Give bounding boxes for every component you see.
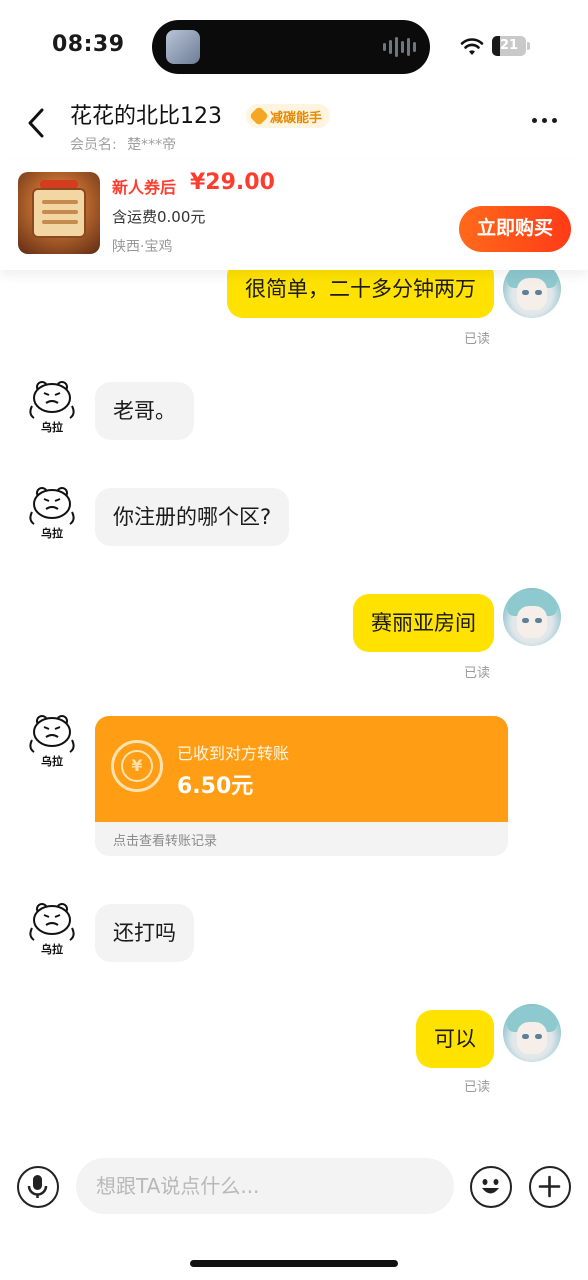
avatar-other[interactable]: 乌拉 [22,482,82,542]
message-bubble-self[interactable]: 赛丽亚房间 [353,594,494,652]
message-bubble-self[interactable]: 可以 [416,1010,494,1068]
avatar-other[interactable]: 乌拉 [22,376,82,436]
read-status: 已读 [464,1080,491,1095]
microphone-icon [27,1175,48,1198]
message-input[interactable] [76,1158,454,1214]
product-thumbnail[interactable] [18,172,100,254]
status-bar: 08:39 21 [0,0,588,92]
read-status: 已读 [464,332,491,347]
svg-text:乌拉: 乌拉 [41,754,63,768]
message-input-bar [0,1150,588,1224]
more-actions-button[interactable] [529,1166,571,1208]
avatar-other[interactable]: 乌拉 [22,710,82,770]
voice-input-button[interactable] [17,1166,59,1208]
svg-text:乌拉: 乌拉 [41,420,63,434]
emoji-button[interactable] [470,1166,512,1208]
more-options-icon[interactable] [532,118,557,123]
transfer-header: ¥ 已收到对方转账 6.50元 [95,716,508,822]
message-bubble-other[interactable]: 你注册的哪个区? [95,488,290,546]
read-status: 已读 [464,666,491,681]
message-bubble-other[interactable]: 还打吗 [95,904,194,962]
plus-icon [538,1175,561,1198]
back-arrow-icon[interactable] [22,106,52,140]
product-card[interactable]: 新人券后 ¥29.00 含运费0.00元 陕西·宝鸡 立即购买 [0,160,588,270]
audio-waveform-icon [383,36,416,58]
member-label: 会员名: [70,137,117,153]
carbon-badge[interactable]: 减碳能手 [246,104,331,128]
svg-text:乌拉: 乌拉 [41,526,63,540]
avatar-self[interactable] [503,588,561,646]
now-playing-thumbnail [166,30,200,64]
leaf-badge-icon [249,106,269,126]
transfer-amount: 6.50元 [177,774,254,799]
buy-now-button[interactable]: 立即购买 [459,206,571,252]
yuan-coin-icon: ¥ [111,740,163,792]
avatar-other[interactable]: 乌拉 [22,898,82,958]
shop-name[interactable]: 花花的北比123 [70,98,222,130]
member-name-line: 会员名: 楚***帝 [70,134,176,154]
member-name: 楚***帝 [127,137,177,153]
status-time: 08:39 [52,32,125,57]
avatar-self[interactable] [503,1004,561,1062]
transfer-title: 已收到对方转账 [177,744,290,763]
transfer-record-link[interactable]: 点击查看转账记录 [113,830,217,849]
shipping-info: 含运费0.00元 [112,208,206,226]
battery-icon: 21 [492,36,530,56]
badge-label: 减碳能手 [270,110,323,126]
message-bubble-self[interactable]: 很简单，二十多分钟两万 [227,270,494,318]
seller-location: 陕西·宝鸡 [112,239,173,255]
product-price: ¥29.00 [190,170,275,195]
svg-text:乌拉: 乌拉 [41,942,63,956]
dynamic-island[interactable] [152,20,430,74]
transfer-card[interactable]: ¥ 已收到对方转账 6.50元 点击查看转账记录 [95,716,508,856]
home-indicator[interactable] [190,1260,398,1267]
avatar-self[interactable] [503,270,561,318]
chat-messages[interactable]: 很简单，二十多分钟两万 已读 乌拉 老哥。 乌拉 你注册的哪个区? 赛丽亚房间 … [0,270,588,1140]
smiley-icon [482,1179,499,1194]
coupon-label: 新人券后 [112,178,177,197]
wifi-icon [460,38,484,55]
message-bubble-other[interactable]: 老哥。 [95,382,194,440]
chat-header: 花花的北比123 减碳能手 会员名: 楚***帝 [0,92,588,158]
